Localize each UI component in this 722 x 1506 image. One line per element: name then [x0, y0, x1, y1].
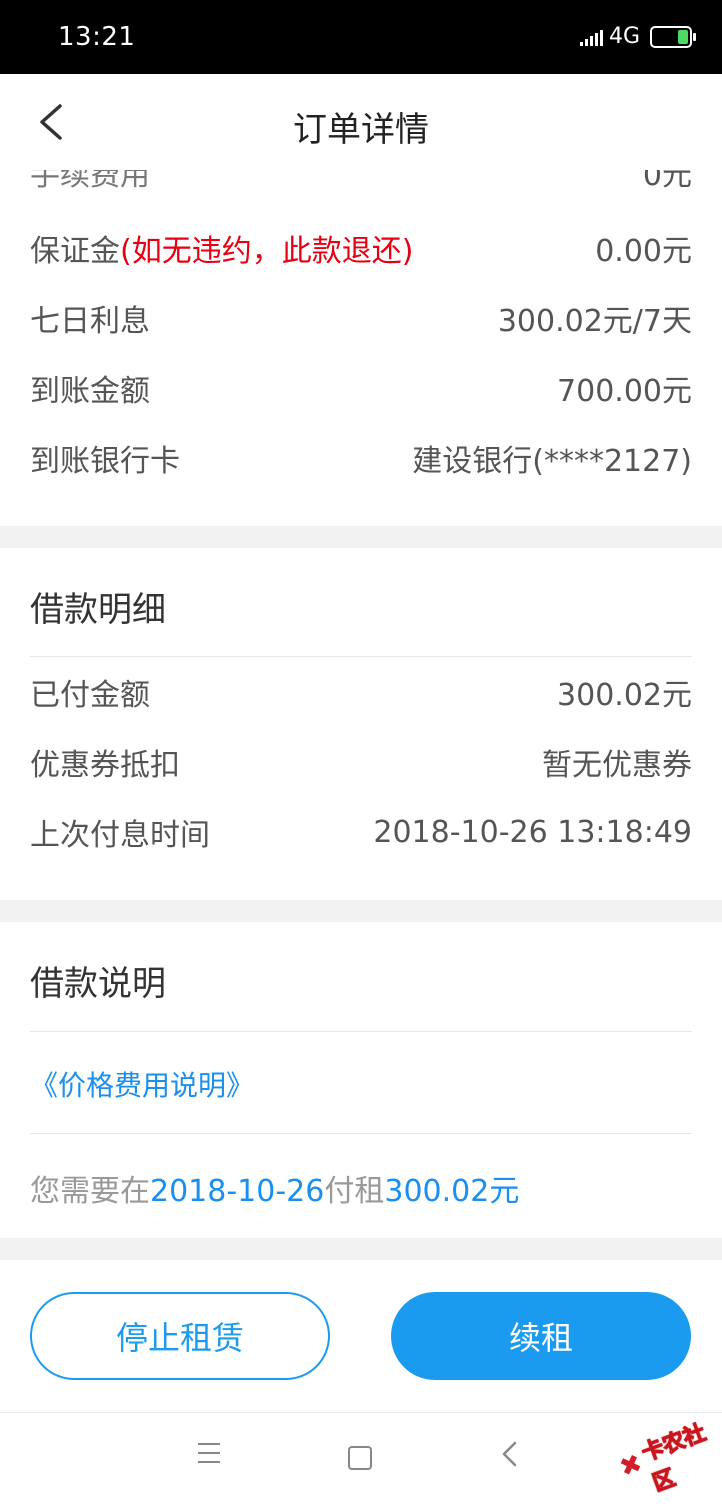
loan-detail-title: 借款明细	[30, 590, 166, 630]
page-title: 订单详情	[293, 110, 429, 150]
interest-label: 七日利息	[30, 304, 150, 339]
received-value: 700.00元	[557, 374, 692, 409]
divider	[30, 656, 692, 657]
signal-icon	[579, 28, 603, 46]
loan-note-title: 借款说明	[30, 964, 166, 1004]
received-label: 到账金额	[30, 374, 150, 409]
network-type: 4G	[608, 24, 640, 49]
last-pay-time-label: 上次付息时间	[30, 818, 210, 853]
clipped-row-container: 手续费用 0元	[0, 170, 722, 194]
menu-icon[interactable]	[198, 1443, 220, 1470]
bank-card-label: 到账银行卡	[30, 444, 180, 479]
last-pay-time-row: 上次付息时间 2018-10-26 13:18:49	[30, 804, 692, 860]
status-bar: 13:21 4G	[0, 0, 722, 74]
notice-date: 2018-10-26	[150, 1174, 325, 1209]
notice-amount: 300.02元	[384, 1174, 520, 1209]
status-time: 13:21	[58, 22, 136, 52]
fee-row: 手续费用 0元	[30, 170, 692, 194]
deposit-row: 保证金(如无违约，此款退还) 0.00元	[30, 220, 692, 276]
nav-back-icon[interactable]	[500, 1441, 520, 1467]
bank-card-value: 建设银行(****2127)	[412, 444, 692, 479]
section-divider	[0, 900, 722, 922]
price-explanation-link[interactable]: 《价格费用说明》	[30, 1064, 254, 1104]
notice-middle: 付租	[324, 1174, 385, 1209]
received-row: 到账金额 700.00元	[30, 360, 692, 416]
system-nav-bar	[0, 1412, 722, 1501]
fee-label: 手续费用	[30, 170, 150, 193]
last-pay-time-value: 2018-10-26 13:18:49	[373, 814, 692, 850]
deposit-label-group: 保证金(如无违约，此款退还)	[30, 226, 413, 270]
coupon-label: 优惠券抵扣	[30, 748, 180, 783]
section-divider	[0, 1238, 722, 1260]
interest-value: 300.02元/7天	[497, 304, 692, 339]
stop-lease-button[interactable]: 停止租赁	[30, 1292, 330, 1380]
payment-notice: 您需要在2018-10-26付租300.02元	[30, 1166, 519, 1210]
header: 订单详情	[0, 74, 722, 170]
interest-row: 七日利息 300.02元/7天	[30, 290, 692, 346]
paid-label: 已付金额	[30, 678, 150, 713]
notice-prefix: 您需要在	[30, 1174, 150, 1209]
deposit-value: 0.00元	[595, 234, 692, 269]
divider	[30, 1133, 692, 1134]
battery-icon	[650, 25, 696, 48]
bank-card-row: 到账银行卡 建设银行(****2127)	[30, 430, 692, 486]
deposit-label: 保证金	[30, 234, 120, 269]
paid-row: 已付金额 300.02元	[30, 664, 692, 720]
coupon-value: 暂无优惠券	[542, 748, 692, 783]
home-square-icon[interactable]	[348, 1446, 372, 1470]
coupon-row: 优惠券抵扣 暂无优惠券	[30, 734, 692, 790]
fee-value: 0元	[642, 170, 692, 193]
paid-value: 300.02元	[557, 678, 692, 713]
status-icons: 4G	[579, 24, 696, 49]
section-divider	[0, 526, 722, 548]
deposit-note: (如无违约，此款退还)	[120, 234, 414, 269]
divider	[30, 1031, 692, 1032]
renew-button[interactable]: 续租	[391, 1292, 691, 1380]
